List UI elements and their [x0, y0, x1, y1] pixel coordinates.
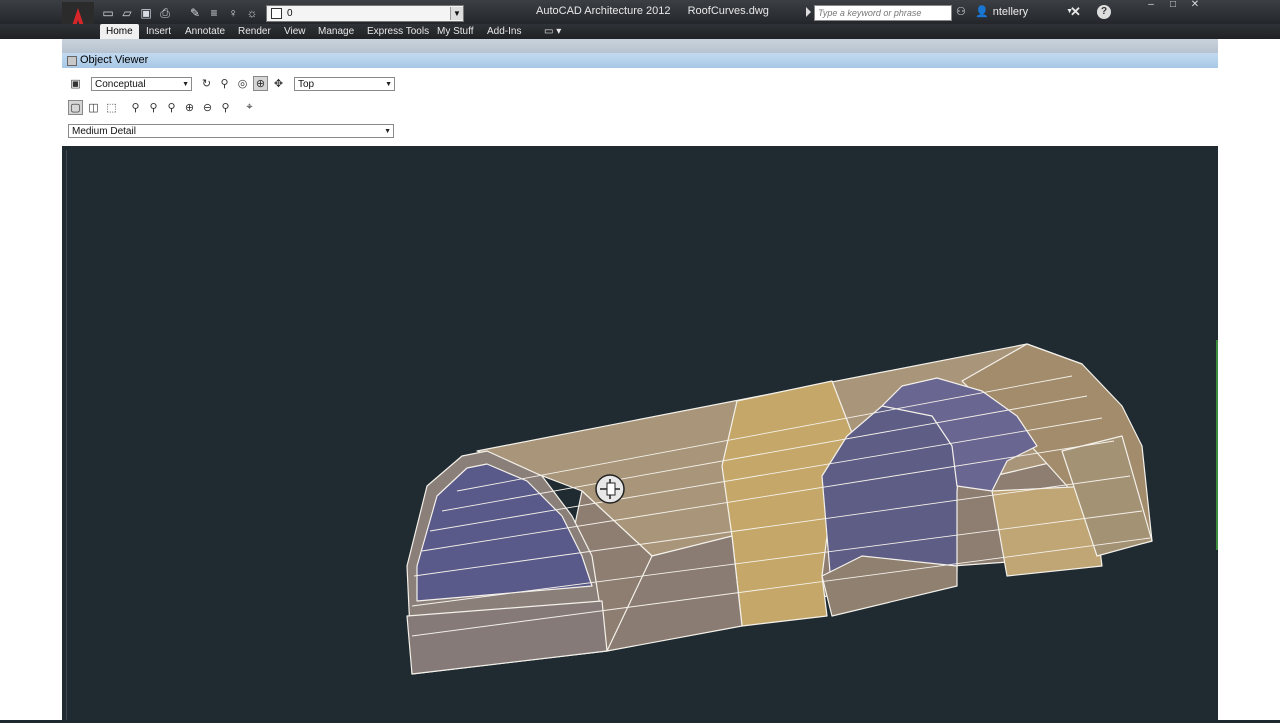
tab-manage[interactable]: Manage: [312, 24, 360, 39]
object-viewer-title: Object Viewer: [80, 54, 149, 66]
zoom-realtime-icon[interactable]: ⚲: [128, 100, 143, 115]
view-direction-dropdown[interactable]: Top ▼: [294, 77, 395, 91]
quick-access-toolbar: ▭ ▱ ▣ ⎙ ✎ ≡ ♀ ☼ ⌂: [100, 4, 279, 22]
detail-level-value: Medium Detail: [72, 126, 136, 137]
search-expand-icon[interactable]: [806, 7, 811, 17]
layer-thaw-icon[interactable]: ☼: [244, 5, 260, 21]
print-icon[interactable]: ⎙: [157, 5, 173, 21]
layer-properties-icon[interactable]: ≡: [206, 5, 222, 21]
match-properties-icon[interactable]: ✎: [187, 5, 203, 21]
tab-annotate[interactable]: Annotate: [179, 24, 231, 39]
user-icon: 👤: [975, 6, 989, 18]
user-name: ntellery: [992, 5, 1029, 18]
orbit-cursor: [595, 474, 625, 504]
maximize-icon[interactable]: □: [1162, 0, 1184, 12]
tab-render[interactable]: Render: [232, 24, 277, 39]
window-title: AutoCAD Architecture 2012 RoofCurves.dwg: [536, 5, 783, 17]
tab-express-tools[interactable]: Express Tools: [361, 24, 435, 39]
layer-on-icon[interactable]: ♀: [225, 5, 241, 21]
ribbon-panel-collapsed: [62, 39, 1218, 53]
new-file-icon[interactable]: ▭: [100, 5, 116, 21]
file-name: RoofCurves.dwg: [687, 5, 769, 17]
pan-icon[interactable]: ✥: [271, 76, 286, 91]
ribbon-tabs: Home Insert Annotate Render View Manage …: [0, 24, 1280, 39]
zoom-extents-icon[interactable]: ⚲: [164, 100, 179, 115]
close-icon[interactable]: ✕: [1184, 0, 1206, 12]
save-icon[interactable]: ▣: [68, 76, 83, 91]
visual-style-dropdown[interactable]: Conceptual ▼: [91, 77, 192, 91]
minimize-icon[interactable]: –: [1140, 0, 1162, 12]
user-menu[interactable]: 👤 ntellery ▼: [975, 5, 1073, 19]
scroll-indicator: [1216, 340, 1218, 550]
tab-add-ins[interactable]: Add-Ins: [481, 24, 527, 39]
tab-insert[interactable]: Insert: [140, 24, 177, 39]
zoom-all-icon[interactable]: ⚲: [218, 100, 233, 115]
binoculars-icon[interactable]: ⚇: [956, 5, 966, 18]
zoom-icon[interactable]: ⚲: [217, 76, 232, 91]
layer-color-swatch: [271, 8, 282, 19]
view-cube-icon[interactable]: ⬚: [104, 100, 119, 115]
exchange-icon[interactable]: ✕: [1070, 5, 1084, 19]
object-viewer-titlebar: Object Viewer: [62, 53, 1218, 68]
perspective-view-icon[interactable]: ◫: [86, 100, 101, 115]
parallel-view-icon[interactable]: ▢: [68, 100, 83, 115]
vault-model: [406, 343, 1153, 675]
chevron-down-icon: ▼: [385, 81, 392, 88]
window-icon: [67, 56, 77, 66]
continuous-orbit-icon[interactable]: ⊕: [253, 76, 268, 91]
chevron-down-icon: ▼: [182, 81, 189, 88]
zoom-out-icon[interactable]: ⊖: [200, 100, 215, 115]
tab-view[interactable]: View: [278, 24, 312, 39]
save-icon[interactable]: ▣: [138, 5, 154, 21]
object-viewer-canvas[interactable]: [62, 146, 1218, 720]
crosshair-icon[interactable]: ⌖: [242, 100, 257, 115]
visual-style-value: Conceptual: [95, 79, 146, 90]
detail-level-dropdown[interactable]: Medium Detail ▼: [68, 124, 394, 138]
orbit-icon[interactable]: ↻: [199, 76, 214, 91]
chevron-down-icon: ▼: [450, 7, 463, 20]
object-viewer-toolbar: ▣ Conceptual ▼ ↻ ⚲ ◎ ⊕ ✥ Top ▼ ▢ ◫ ⬚ ⚲ ⚲…: [62, 68, 1218, 147]
layer-name: 0: [287, 8, 293, 19]
view-direction-value: Top: [298, 79, 315, 90]
tab-home[interactable]: Home: [100, 24, 139, 39]
right-margin: [1218, 0, 1280, 720]
chevron-down-icon: ▼: [384, 128, 391, 135]
window-controls: – □ ✕: [1140, 0, 1206, 12]
layer-dropdown[interactable]: 0 ▼: [266, 5, 464, 22]
header-tools: ⚇: [956, 5, 966, 18]
search-input[interactable]: Type a keyword or phrase: [814, 5, 952, 21]
open-file-icon[interactable]: ▱: [119, 5, 135, 21]
app-name: AutoCAD Architecture 2012: [536, 5, 671, 17]
viewport-border: [66, 150, 67, 720]
tab-my-stuff[interactable]: My Stuff: [431, 24, 480, 39]
left-margin: [0, 0, 62, 720]
help-icon[interactable]: ?: [1097, 5, 1111, 19]
zoom-in-icon[interactable]: ⊕: [182, 100, 197, 115]
zoom-window-icon[interactable]: ⚲: [146, 100, 161, 115]
free-orbit-icon[interactable]: ◎: [235, 76, 250, 91]
ribbon-minimize-icon[interactable]: ▭ ▾: [538, 24, 567, 39]
